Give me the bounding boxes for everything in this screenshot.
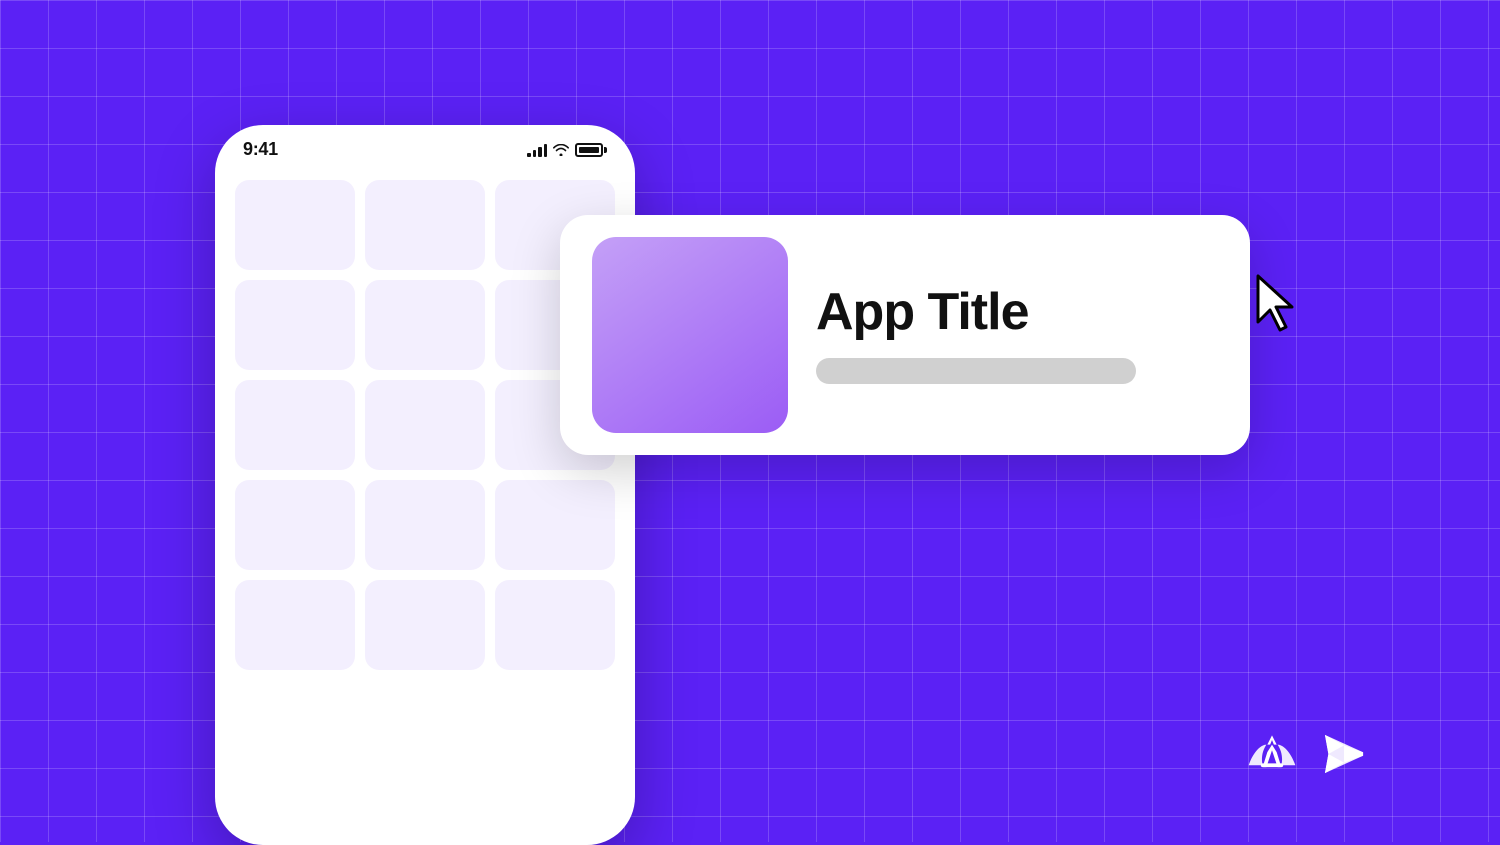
grid-cell <box>365 580 485 670</box>
phone-time: 9:41 <box>243 139 278 160</box>
status-icons <box>527 143 607 157</box>
grid-cell <box>235 180 355 270</box>
app-info: App Title <box>816 286 1218 384</box>
grid-cell <box>365 280 485 370</box>
grid-cell <box>235 580 355 670</box>
app-icon <box>592 237 788 433</box>
app-card: App Title <box>560 215 1250 455</box>
appstore-icon <box>1244 726 1300 782</box>
status-bar: 9:41 <box>215 125 635 168</box>
grid-cell <box>365 480 485 570</box>
grid-cell <box>235 380 355 470</box>
grid-cell <box>495 480 615 570</box>
signal-icon <box>527 143 547 157</box>
store-icons <box>1244 726 1370 782</box>
app-title: App Title <box>816 286 1218 338</box>
wifi-icon <box>553 144 569 156</box>
grid-cell <box>235 280 355 370</box>
cursor-icon <box>1254 272 1304 332</box>
playstore-icon <box>1318 728 1370 780</box>
battery-icon <box>575 143 607 157</box>
grid-cell <box>365 180 485 270</box>
grid-cell <box>495 580 615 670</box>
app-subtitle-bar <box>816 358 1136 384</box>
grid-cell <box>365 380 485 470</box>
grid-cell <box>235 480 355 570</box>
